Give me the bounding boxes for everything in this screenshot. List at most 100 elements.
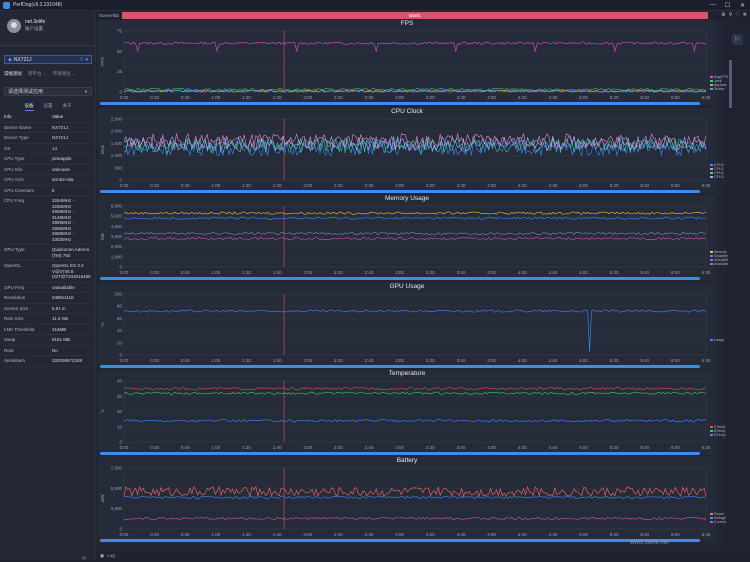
avatar[interactable]	[7, 19, 21, 33]
chart-svg[interactable]: 40 30 20 10 0 °C 0:00 0:20 0:40 1:00 1:20 1:40 2:00 2…	[98, 370, 728, 455]
legend-swatch	[710, 339, 713, 341]
app-select[interactable]: 请选择测试应用 ▼	[4, 87, 92, 96]
settings-icon[interactable]: ⚙	[721, 12, 725, 18]
log-tab[interactable]: Log	[107, 553, 115, 558]
legend-swatch	[710, 80, 713, 82]
tab-env-test[interactable]: 环境测试 ...	[53, 71, 76, 77]
x-tick-label: 3:20	[426, 95, 435, 100]
chart-svg[interactable]: 2,500 2,000 1,500 1,000 500 0 MHz 0:00 0:20 0:40 1…	[98, 108, 728, 193]
timeline-scrollbar[interactable]	[100, 365, 700, 368]
x-tick-label: 5:00	[579, 270, 588, 275]
x-tick-label: 1:40	[273, 358, 282, 363]
chart-svg[interactable]: 75 50 25 0 FPS 0:00 0:20 0:40 1:00 1:20 1:40 2:00 2:…	[98, 20, 728, 105]
info-value: arm64-v8a	[52, 177, 74, 182]
maximize-button[interactable]: ☐	[720, 2, 735, 9]
x-tick-label: 1:00	[212, 183, 221, 188]
table-row: Resolution 2480x1116	[4, 293, 94, 304]
y-tick-label: 0	[119, 178, 122, 183]
info-key: CPU Arch	[4, 177, 24, 182]
info-value: 328336672348	[52, 358, 83, 363]
chart-svg[interactable]: 7,500 5,000 2,500 0 mW 0:00 0:20 0:40 1:00 1:20 1:…	[98, 457, 728, 542]
chart-svg[interactable]: 6,000 5,000 4,000 3,000 2,000 1,000 0 MB 0:00 0:2…	[98, 195, 728, 280]
y-tick-label: 10	[117, 424, 123, 429]
x-tick-label: 2:00	[303, 95, 312, 100]
x-tick-label: 2:20	[334, 183, 343, 188]
info-key: Root	[4, 347, 14, 353]
x-tick-label: 2:20	[334, 95, 343, 100]
y-tick-label: 3,000	[111, 234, 123, 239]
tab-about[interactable]: 关于	[63, 103, 72, 111]
info-key: Screen Size	[4, 305, 29, 311]
x-tick-label: 6:25	[702, 183, 711, 188]
y-tick-label: 1,500	[111, 141, 123, 146]
scene-tab[interactable]: SceneTab	[96, 13, 122, 18]
legend-swatch	[710, 88, 713, 90]
info-key: LMK Threshold	[4, 326, 35, 332]
x-tick-label: 6:00	[671, 445, 680, 450]
header-value: Value	[52, 114, 64, 119]
x-tick-label: 4:20	[518, 183, 527, 188]
x-tick-label: 0:20	[150, 358, 159, 363]
gear-icon[interactable]: ✲	[743, 12, 747, 18]
y-tick-label: 2,000	[111, 129, 123, 134]
table-row: GPU Freq unavailable	[4, 283, 94, 293]
device-select[interactable]: ◈ NX721J ⌔ ▾	[4, 55, 92, 64]
table-row: SerialNum 328336672348	[4, 356, 94, 367]
x-tick-label: 0:40	[181, 358, 190, 363]
y-tick-label: 5,000	[111, 214, 123, 219]
info-key: CPU Type	[4, 156, 25, 161]
account-settings-link[interactable]: 账户设置	[25, 26, 43, 32]
play-icon[interactable]: ▷	[732, 34, 743, 45]
window-title: PerfDog(v9.3.231048)	[13, 2, 63, 8]
info-key: CPU Info	[4, 166, 23, 172]
tab-settings[interactable]: 设置	[44, 103, 53, 111]
x-tick-label: 0:00	[120, 270, 129, 275]
legend-swatch	[710, 255, 713, 257]
collapse-sidebar-icon[interactable]: «	[82, 553, 86, 562]
x-tick-label: 4:20	[518, 532, 527, 537]
x-tick-label: 0:00	[120, 95, 129, 100]
table-row: CPU Arch arm64-v8a	[4, 175, 94, 186]
tab-cross-platform[interactable]: 跨平台 ...	[28, 71, 47, 77]
timeline-scrollbar[interactable]	[100, 277, 700, 280]
timeline-scrollbar[interactable]	[100, 452, 700, 455]
device-name: NX721J	[13, 56, 32, 63]
x-tick-label: 3:20	[426, 445, 435, 450]
info-value: 6191 MB	[52, 337, 71, 342]
table-row: OpenGL OpenGL ES 3.2 V@0746.8 (GIT@734301…	[4, 261, 94, 283]
info-key: CPU Freq	[4, 198, 25, 203]
x-tick-label: 6:00	[671, 358, 680, 363]
x-tick-label: 0:20	[150, 95, 159, 100]
timeline-scrollbar[interactable]	[100, 190, 700, 193]
x-tick-label: 6:25	[702, 445, 711, 450]
x-tick-label: 2:20	[334, 358, 343, 363]
legend-swatch	[710, 513, 713, 515]
heart-icon[interactable]: ♡	[735, 12, 739, 18]
legend-swatch	[710, 521, 713, 523]
y-tick-label: 6,000	[111, 204, 123, 209]
tab-device[interactable]: 设备	[24, 103, 34, 111]
timeline-scrollbar[interactable]	[100, 539, 700, 542]
table-header: Info Value	[4, 112, 94, 123]
close-button[interactable]: ✕	[735, 2, 750, 9]
divider	[0, 45, 96, 46]
wifi-icon: ⌔ ▾	[79, 56, 88, 63]
x-tick-label: 2:20	[334, 270, 343, 275]
timeline-scrollbar[interactable]	[100, 102, 700, 105]
label-marker[interactable]: label1	[122, 12, 708, 19]
tab-normal-test[interactable]: 常规测试	[4, 71, 22, 77]
chart-svg[interactable]: 100 80 60 40 20 0% 0:00 0:20 0:40 1:00 1:20 1:40 2:0…	[98, 283, 728, 368]
y-tick-label: 2,000	[111, 244, 123, 249]
x-tick-label: 5:20	[610, 95, 619, 100]
scroll-handle[interactable]	[729, 60, 732, 108]
x-tick-label: 6:00	[671, 95, 680, 100]
minimize-button[interactable]: —	[705, 2, 720, 9]
x-tick-label: 4:20	[518, 270, 527, 275]
pin-icon[interactable]: ⚲	[729, 12, 733, 18]
legend-label: Stutter	[714, 87, 725, 91]
x-tick-label: 5:20	[610, 445, 619, 450]
table-row: Root No	[4, 346, 94, 356]
x-tick-label: 1:20	[242, 358, 251, 363]
y-tick-label: 500	[114, 165, 122, 170]
log-icon: ▣	[100, 552, 105, 558]
